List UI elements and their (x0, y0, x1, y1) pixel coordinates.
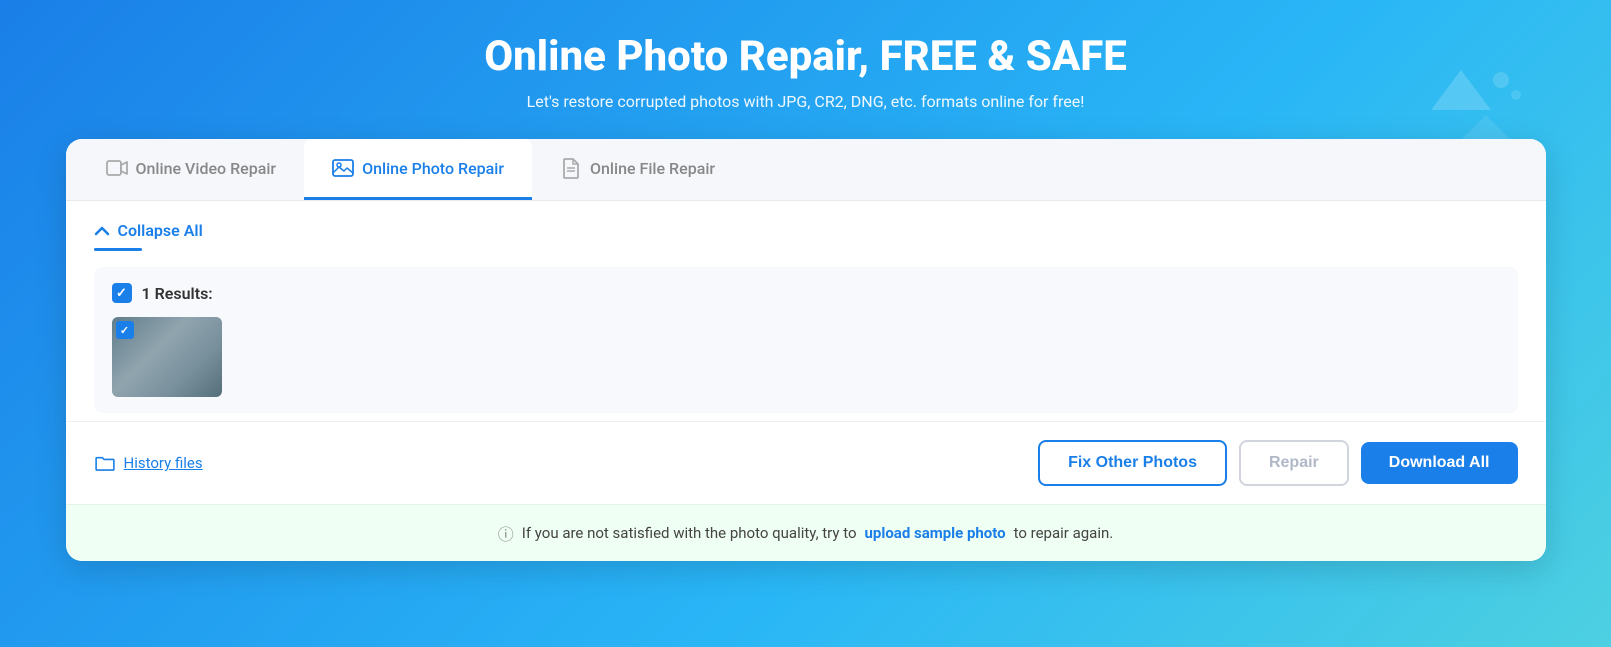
video-icon (106, 157, 128, 179)
collapse-all-button[interactable]: Collapse All (94, 221, 1518, 240)
photo-icon (332, 157, 354, 179)
repair-button: Repair (1239, 440, 1349, 486)
tab-video-label: Online Video Repair (136, 159, 277, 178)
page-subtitle: Let's restore corrupted photos with JPG,… (484, 92, 1127, 111)
main-card: Online Video Repair Online Photo Repair (66, 139, 1546, 561)
notice-prefix: If you are not satisfied with the photo … (522, 524, 857, 542)
tab-photo-repair[interactable]: Online Photo Repair (304, 139, 532, 200)
footer-buttons: Fix Other Photos Repair Download All (1038, 440, 1517, 486)
tabs-container: Online Video Repair Online Photo Repair (66, 139, 1546, 201)
tab-photo-label: Online Photo Repair (362, 159, 504, 178)
results-header: 1 Results: (112, 283, 1500, 303)
info-icon: ⓘ (498, 521, 514, 545)
results-area: 1 Results: (94, 267, 1518, 413)
file-icon (560, 157, 582, 179)
tab-file-label: Online File Repair (590, 159, 715, 178)
thumbnail-inner (112, 317, 222, 397)
tab-video-repair[interactable]: Online Video Repair (78, 139, 305, 200)
collapse-all-label: Collapse All (118, 221, 203, 240)
folder-icon (94, 455, 116, 471)
upload-sample-link[interactable]: upload sample photo (865, 524, 1006, 542)
tab-file-repair[interactable]: Online File Repair (532, 139, 743, 200)
history-files-link[interactable]: History files (94, 454, 203, 472)
page-title: Online Photo Repair, FREE & SAFE (484, 32, 1127, 82)
results-count: 1 Results: (142, 284, 213, 303)
fix-other-photos-button[interactable]: Fix Other Photos (1038, 440, 1227, 486)
select-all-checkbox[interactable] (112, 283, 132, 303)
notice-suffix: to repair again. (1014, 524, 1114, 542)
photo-select-checkbox[interactable] (116, 321, 134, 339)
footer-bar: History files Fix Other Photos Repair Do… (66, 421, 1546, 504)
notice-bar: ⓘ If you are not satisfied with the phot… (66, 504, 1546, 561)
photo-thumbnail[interactable] (112, 317, 222, 397)
collapse-divider (94, 248, 142, 251)
history-files-label: History files (124, 454, 203, 472)
header-section: Online Photo Repair, FREE & SAFE Let's r… (484, 32, 1127, 111)
card-body: Collapse All 1 Results: (66, 201, 1546, 413)
download-all-button[interactable]: Download All (1361, 442, 1518, 484)
